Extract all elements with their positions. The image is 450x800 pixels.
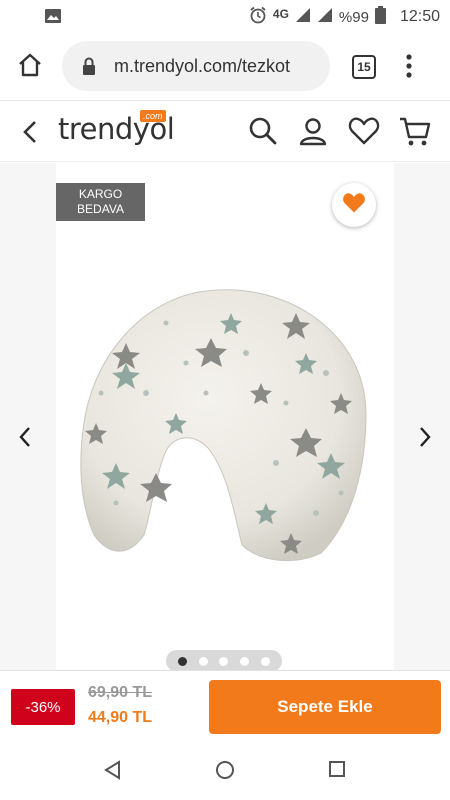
add-to-cart-button[interactable]: Sepete Ekle <box>209 680 441 734</box>
battery-icon <box>374 6 386 28</box>
heart-filled-icon <box>342 192 366 219</box>
cart-icon[interactable] <box>398 116 432 153</box>
pagination-dot-5[interactable] <box>261 656 271 666</box>
battery-label: %99 <box>338 8 369 26</box>
product-gallery[interactable]: KARGO BEDAVA <box>0 163 450 672</box>
user-icon[interactable] <box>298 116 328 151</box>
free-shipping-badge: KARGO BEDAVA <box>56 183 145 221</box>
tab-switcher-button[interactable]: 15 <box>352 55 376 79</box>
next-image-arrow-icon[interactable] <box>416 425 434 454</box>
nav-home-icon[interactable] <box>215 760 235 785</box>
badge-line1: KARGO <box>78 187 123 201</box>
signal-icon-2 <box>317 7 333 27</box>
pagination-dot-4[interactable] <box>240 656 250 666</box>
product-image <box>80 289 367 562</box>
tab-count: 15 <box>357 60 371 74</box>
pagination-dot-3[interactable] <box>219 656 229 666</box>
alarm-icon <box>249 6 267 28</box>
heart-icon[interactable] <box>348 116 380 151</box>
discount-badge: -36% <box>11 689 75 725</box>
favorite-button[interactable] <box>332 183 376 227</box>
image-notification-icon <box>44 7 62 29</box>
nav-recents-icon[interactable] <box>328 760 346 783</box>
url-text: m.trendyol.com/tezkot <box>114 55 291 76</box>
pagination-dot-2[interactable] <box>198 656 208 666</box>
clock: 12:50 <box>399 8 440 25</box>
back-arrow-icon[interactable] <box>20 120 40 149</box>
app-header: trendyol .com <box>0 102 450 162</box>
more-menu-icon[interactable] <box>404 53 414 84</box>
previous-image-arrow-icon[interactable] <box>16 425 34 454</box>
search-icon[interactable] <box>248 116 278 151</box>
status-bar: 4G %99 12:50 <box>0 0 450 33</box>
signal-icon <box>295 7 311 27</box>
trendyol-logo[interactable]: trendyol .com <box>58 110 175 146</box>
old-price: 69,90 TL <box>88 684 153 701</box>
new-price: 44,90 TL <box>88 709 153 726</box>
badge-line2: BEDAVA <box>77 202 124 216</box>
browser-toolbar: m.trendyol.com/tezkot 15 <box>0 33 450 101</box>
network-label: 4G <box>272 7 289 21</box>
url-field[interactable]: m.trendyol.com/tezkot <box>62 41 330 91</box>
home-icon[interactable] <box>16 51 44 84</box>
lock-icon <box>82 57 96 80</box>
image-pagination[interactable] <box>166 650 282 672</box>
product-image-area <box>56 163 394 670</box>
buy-bar: -36% 69,90 TL 44,90 TL Sepete Ekle <box>0 670 450 740</box>
nav-back-icon[interactable] <box>103 760 123 785</box>
pagination-dot-1[interactable] <box>177 656 187 666</box>
logo-badge: .com <box>140 110 166 122</box>
system-navigation-bar <box>0 740 450 800</box>
